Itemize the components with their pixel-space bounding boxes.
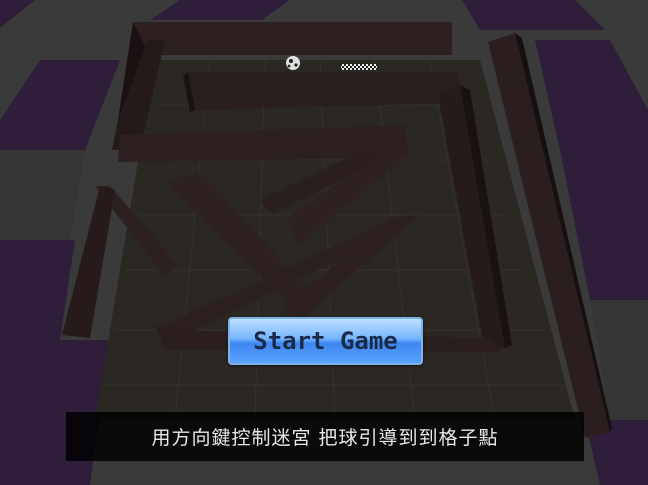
instruction-text: 用方向鍵控制迷宮 把球引導到到格子點	[151, 427, 499, 449]
soccer-ball-icon	[286, 56, 300, 70]
checkered-goal-icon	[340, 64, 378, 70]
instruction-banner: 用方向鍵控制迷宮 把球引導到到格子點	[66, 412, 584, 461]
start-game-button[interactable]: Start Game	[228, 317, 423, 365]
